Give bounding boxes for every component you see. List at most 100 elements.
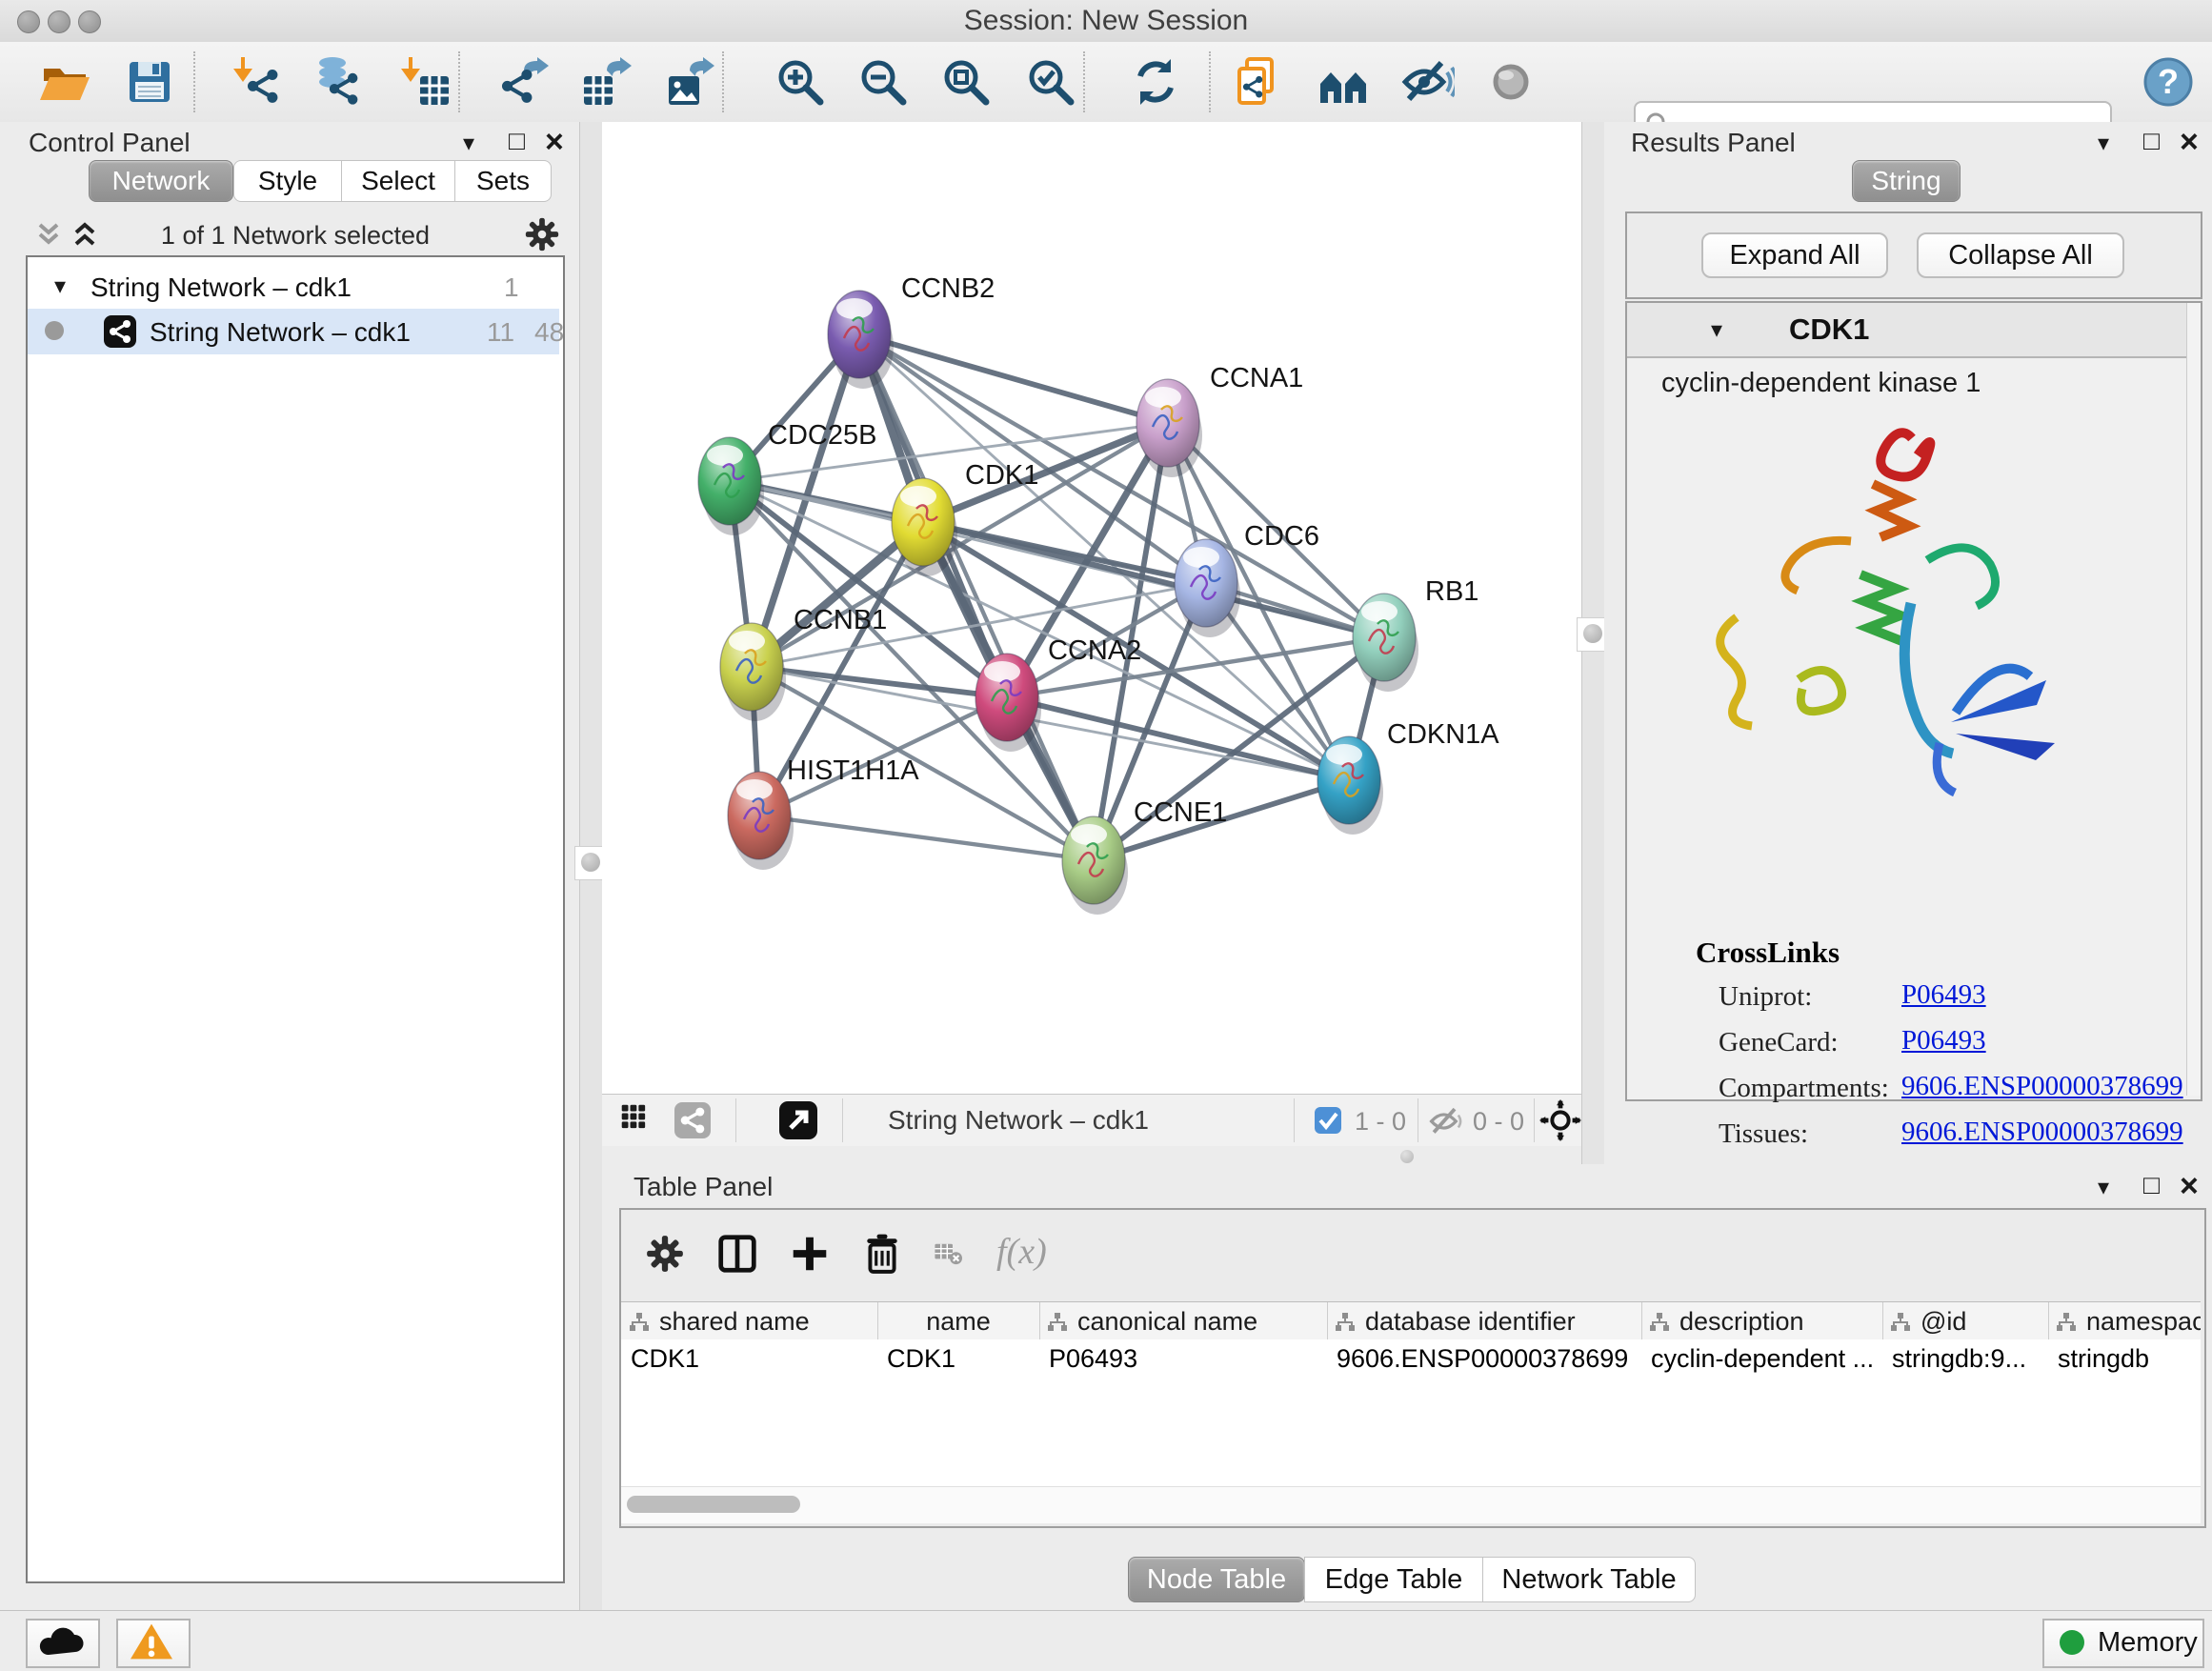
import-table-file-icon[interactable]: [399, 55, 452, 109]
first-neighbors-icon[interactable]: [1317, 55, 1371, 109]
close-table-icon[interactable]: ×: [2180, 1168, 2199, 1205]
node-label-cdc6: CDC6: [1244, 521, 1319, 552]
crosslink-genecard[interactable]: P06493: [1901, 1025, 1986, 1057]
tab-style[interactable]: Style: [233, 160, 342, 202]
protein-structure-image: [1684, 427, 2084, 827]
crosslink-uniprot[interactable]: P06493: [1901, 979, 1986, 1011]
clone-network-icon[interactable]: [1234, 55, 1287, 109]
network-status-dot: [45, 321, 64, 340]
table-settings-gear-icon[interactable]: [644, 1233, 686, 1275]
gene-entry-header[interactable]: ▾ CDK1: [1627, 303, 2197, 358]
show-all-icon[interactable]: [1484, 55, 1538, 109]
tab-string-results[interactable]: String: [1852, 160, 1961, 202]
float-panel-icon[interactable]: □: [509, 126, 525, 156]
network-row-selected[interactable]: String Network – cdk1 11 48: [28, 309, 559, 354]
open-session-icon[interactable]: [38, 55, 91, 109]
horizontal-splitter-handle[interactable]: [1400, 1150, 1414, 1163]
export-image-icon[interactable]: [663, 55, 716, 109]
warning-button[interactable]: [116, 1619, 191, 1668]
expand-all-button[interactable]: Expand All: [1701, 232, 1888, 278]
column-header[interactable]: description: [1641, 1302, 1883, 1340]
float-table-icon[interactable]: □: [2143, 1170, 2160, 1200]
fit-content-icon[interactable]: [939, 55, 993, 109]
column-header[interactable]: database identifier: [1327, 1302, 1642, 1340]
save-session-icon[interactable]: [123, 55, 176, 109]
collection-expander-icon[interactable]: ▾: [54, 272, 66, 300]
network-options-gear-icon[interactable]: [523, 215, 561, 253]
results-scrollbar[interactable]: [2186, 303, 2201, 1096]
string-share-icon[interactable]: [674, 1102, 711, 1138]
table-panel-title: Table Panel: [633, 1172, 773, 1202]
toolbar-separator: [722, 51, 724, 112]
tab-edge-table[interactable]: Edge Table: [1304, 1557, 1483, 1602]
cloud-button[interactable]: [26, 1619, 100, 1668]
node-label-ccna1: CCNA1: [1210, 363, 1303, 393]
import-network-database-icon[interactable]: [312, 55, 365, 109]
export-table-icon[interactable]: [580, 55, 633, 109]
tab-node-table[interactable]: Node Table: [1128, 1557, 1305, 1602]
cell-name[interactable]: CDK1: [887, 1339, 1036, 1378]
tab-sets[interactable]: Sets: [454, 160, 552, 202]
gene-entry-box: ▾ CDK1 cyclin-dependent kinase 1 Cr: [1625, 301, 2202, 1101]
table-scrollbar-track[interactable]: [621, 1486, 2201, 1523]
memory-status-dot: [2060, 1630, 2084, 1655]
column-header[interactable]: @id: [1882, 1302, 2049, 1340]
tab-network[interactable]: Network: [89, 160, 233, 202]
toolbar-separator: [1209, 51, 1211, 112]
node-label-cdc25b: CDC25B: [768, 420, 876, 451]
horizontal-splitter[interactable]: [602, 1146, 1581, 1164]
birdseye-grid-icon[interactable]: [619, 1102, 655, 1138]
refresh-view-icon[interactable]: [1129, 55, 1182, 109]
tab-select[interactable]: Select: [341, 160, 455, 202]
collapse-all-button[interactable]: Collapse All: [1917, 232, 2124, 278]
node-label-cdk1: CDK1: [965, 460, 1038, 491]
zoom-out-icon[interactable]: [856, 55, 910, 109]
cell-canonical-name[interactable]: P06493: [1049, 1339, 1323, 1378]
fit-selected-crosshair-icon[interactable]: [1539, 1099, 1581, 1141]
tab-network-table[interactable]: Network Table: [1482, 1557, 1696, 1602]
network-canvas[interactable]: CCNB2CCNA1CDC25BCDK1CDC6RB1CCNB1CCNA2CDK…: [602, 122, 1581, 1094]
cell-namespace[interactable]: stringdb: [2058, 1339, 2197, 1378]
node-label-cdkn1a: CDKN1A: [1387, 719, 1499, 750]
export-network-icon[interactable]: [497, 55, 551, 109]
delete-column-icon[interactable]: [861, 1233, 903, 1275]
close-panel-icon[interactable]: ×: [545, 124, 564, 161]
toolbar-separator: [193, 51, 195, 112]
zoom-in-icon[interactable]: [774, 55, 827, 109]
network-graph[interactable]: CCNB2CCNA1CDC25BCDK1CDC6RB1CCNB1CCNA2CDK…: [602, 122, 1581, 1094]
close-results-icon[interactable]: ×: [2180, 124, 2199, 161]
selected-checkbox[interactable]: [1315, 1107, 1341, 1134]
crosslink-tissues[interactable]: 9606.ENSP00000378699: [1901, 1117, 2183, 1148]
column-header[interactable]: canonical name: [1039, 1302, 1328, 1340]
right-splitter[interactable]: [1581, 122, 1606, 1164]
table-scrollbar-thumb[interactable]: [627, 1496, 800, 1513]
column-header[interactable]: shared name: [621, 1302, 878, 1340]
network-collection-row[interactable]: ▾ String Network – cdk1 1: [28, 265, 559, 309]
table-empty-area: [621, 1378, 2201, 1486]
float-results-icon[interactable]: □: [2143, 126, 2160, 156]
cell-description[interactable]: cyclin-dependent ...: [1651, 1339, 1879, 1378]
zoom-selected-icon[interactable]: [1024, 55, 1077, 109]
cell-database-identifier[interactable]: 9606.ENSP00000378699: [1337, 1339, 1638, 1378]
help-icon[interactable]: ?: [2142, 55, 2195, 109]
column-header[interactable]: namespace: [2048, 1302, 2201, 1340]
collapse-panel-icon[interactable]: ▾: [463, 130, 474, 157]
crosslink-compartments[interactable]: 9606.ENSP00000378699: [1901, 1071, 2183, 1102]
collapse-results-icon[interactable]: ▾: [2098, 130, 2109, 157]
memory-button[interactable]: Memory: [2042, 1619, 2204, 1668]
add-column-icon[interactable]: [789, 1233, 831, 1275]
gene-expander-icon[interactable]: ▾: [1711, 316, 1722, 344]
left-splitter[interactable]: [579, 122, 604, 1610]
table-row[interactable]: CDK1 CDK1 P06493 9606.ENSP00000378699 cy…: [621, 1339, 2201, 1378]
hide-selected-icon[interactable]: [1401, 55, 1455, 109]
crosslinks-title: CrossLinks: [1696, 936, 1840, 970]
column-header[interactable]: name: [877, 1302, 1040, 1340]
status-bar: Memory: [0, 1610, 2212, 1671]
import-network-file-icon[interactable]: [231, 55, 285, 109]
open-in-new-icon[interactable]: [779, 1101, 817, 1139]
cell-id[interactable]: stringdb:9...: [1892, 1339, 2044, 1378]
collapse-table-icon[interactable]: ▾: [2098, 1174, 2109, 1201]
node-label-ccnb2: CCNB2: [901, 273, 995, 304]
cell-shared-name[interactable]: CDK1: [631, 1339, 874, 1378]
split-column-icon[interactable]: [716, 1233, 758, 1275]
